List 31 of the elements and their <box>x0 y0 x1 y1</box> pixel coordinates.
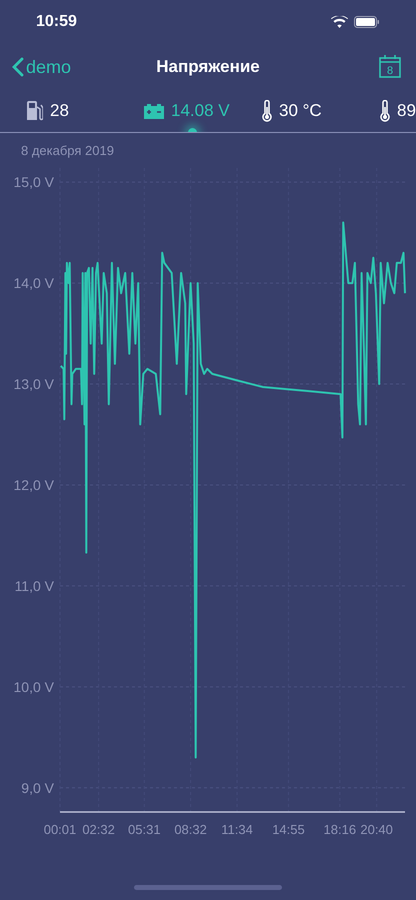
sensor-tab[interactable]: 30 °C <box>262 90 380 132</box>
y-axis-label: 15,0 V <box>14 174 54 190</box>
y-axis-label: 9,0 V <box>21 780 54 796</box>
back-button[interactable]: demo <box>12 56 72 78</box>
battery-status-icon <box>354 16 380 28</box>
x-axis-label: 00:01 <box>44 822 76 837</box>
x-axis-label: 08:32 <box>174 822 207 837</box>
thermometer-icon <box>380 100 390 122</box>
x-axis-label: 20:40 <box>360 822 393 837</box>
y-axis-label: 12,0 V <box>14 476 54 493</box>
sensor-tab[interactable]: 28 <box>26 90 144 132</box>
x-axis-label: 02:32 <box>82 822 115 837</box>
fuel-pump-icon <box>26 101 43 121</box>
status-time: 10:59 <box>36 13 77 31</box>
x-axis-label: 14:55 <box>272 822 305 837</box>
thermometer-icon <box>262 100 272 122</box>
battery-icon <box>144 103 164 119</box>
sensor-tab[interactable]: 89 <box>380 90 416 132</box>
y-axis-label: 10,0 V <box>14 678 54 695</box>
x-axis-label: 05:31 <box>128 822 161 837</box>
screen-title: Напряжение <box>156 57 260 77</box>
x-axis-label: 18:16 <box>324 822 356 837</box>
x-axis-label: 11:34 <box>221 822 253 837</box>
y-axis-label: 14,0 V <box>14 275 54 292</box>
chevron-left-icon <box>12 57 24 77</box>
y-axis-label: 13,0 V <box>14 376 54 392</box>
y-axis-label: 11,0 V <box>14 578 54 594</box>
date-label: 8 декабря 2019 <box>20 142 115 158</box>
sensor-tab[interactable]: 14.08 V <box>144 90 262 132</box>
calendar-button[interactable]: 8 <box>378 54 402 80</box>
wifi-icon <box>331 16 348 28</box>
